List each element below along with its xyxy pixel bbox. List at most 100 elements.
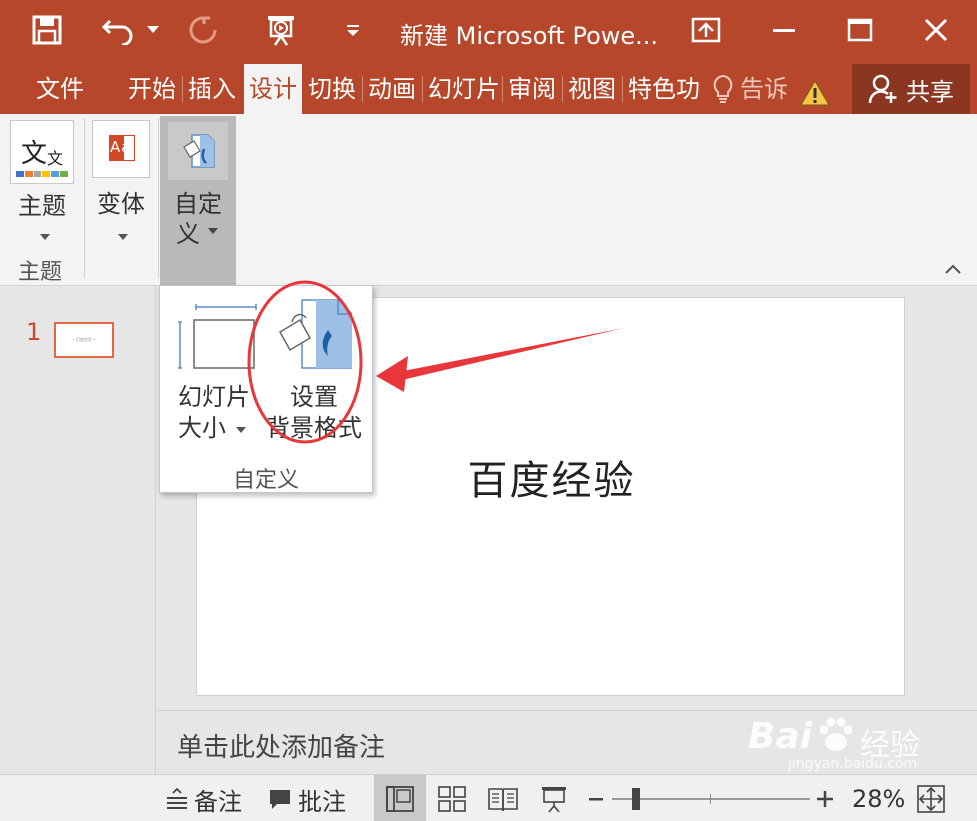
close-icon[interactable] <box>906 8 966 52</box>
comment-icon <box>270 790 290 809</box>
share-button[interactable]: 共享 <box>852 64 970 114</box>
reading-view-button[interactable] <box>488 781 518 817</box>
slideshow-start-icon[interactable] <box>258 10 304 50</box>
customize-tile <box>168 122 228 180</box>
normal-view-button[interactable] <box>374 775 426 821</box>
variant-button-label[interactable]: 变体 <box>92 184 150 219</box>
theme-color-swatches <box>16 171 68 177</box>
watermark-url: jingyan.baidu.com <box>788 756 918 772</box>
watermark-brand: Bai <box>748 716 813 757</box>
comments-label: 批注 <box>298 787 346 816</box>
fit-slide-icon <box>917 785 945 813</box>
customize-button[interactable]: 自定 义 <box>160 116 236 286</box>
tab-design[interactable]: 设计 <box>244 64 302 114</box>
tab-view[interactable]: 视图 <box>568 64 616 114</box>
slide-size-button[interactable]: 幻灯片 大小 <box>172 296 257 444</box>
format-background-label-line2: 背景格式 <box>266 414 362 442</box>
tab-file[interactable]: 文件 <box>36 64 84 114</box>
zoom-level[interactable]: 28% <box>852 781 905 817</box>
normal-view-icon <box>386 785 414 812</box>
slide-size-dropdown-icon <box>236 427 246 433</box>
fit-to-window-button[interactable] <box>916 781 946 817</box>
format-background-button[interactable]: 设置 背景格式 <box>264 296 364 444</box>
warning-icon[interactable] <box>800 74 830 106</box>
theme-tile-glyph-small: 文 <box>47 149 64 168</box>
theme-tile-glyph: 文 <box>21 139 48 169</box>
ribbon-tabs: 文件 开始 插入 设计 切换 动画 幻灯片 审阅 视图 特色功 告诉 共享 <box>0 64 977 114</box>
notes-icon <box>167 788 187 809</box>
variant-tile-icon: Aa <box>109 135 135 161</box>
slide-size-label-line1: 幻灯片 <box>178 383 250 411</box>
tab-separator <box>622 76 623 102</box>
theme-dropdown-icon[interactable] <box>36 218 54 246</box>
tab-home[interactable]: 开始 <box>128 64 176 114</box>
tab-animations[interactable]: 动画 <box>368 64 416 114</box>
tab-insert[interactable]: 插入 <box>188 64 236 114</box>
zoom-slider-thumb[interactable] <box>631 788 640 810</box>
tab-review[interactable]: 审阅 <box>508 64 556 114</box>
ribbon-display-options-icon[interactable] <box>676 8 736 52</box>
reading-view-icon <box>488 788 518 812</box>
theme-button-label[interactable]: 主题 <box>10 186 74 221</box>
tab-separator <box>362 76 363 102</box>
notes-toggle-label: 备注 <box>194 787 242 816</box>
slide-sorter-icon <box>438 786 466 812</box>
undo-dropdown-icon[interactable] <box>142 10 164 50</box>
tab-separator <box>182 76 183 102</box>
save-icon[interactable] <box>22 10 72 50</box>
maximize-icon[interactable] <box>830 8 890 52</box>
minus-icon <box>589 798 603 801</box>
variant-gallery-tile[interactable]: Aa <box>92 120 150 178</box>
notes-toggle-button[interactable]: 备注 <box>166 781 242 817</box>
format-background-icon <box>278 299 352 369</box>
minimize-icon[interactable] <box>754 8 814 52</box>
customize-dropdown-icon <box>208 228 218 234</box>
tell-me-button[interactable]: 告诉 <box>712 64 788 114</box>
tab-separator <box>422 76 423 102</box>
baidu-paw-icon <box>819 717 853 751</box>
slide-size-icon <box>178 304 257 369</box>
plus-icon <box>817 791 833 807</box>
format-background-icon <box>183 134 215 168</box>
collapse-ribbon-icon[interactable] <box>944 260 966 278</box>
status-bar: 备注 批注 28% <box>0 774 977 821</box>
undo-icon[interactable] <box>96 10 142 50</box>
zoom-out-button[interactable] <box>588 781 604 817</box>
customize-dropdown-icon[interactable] <box>340 10 366 50</box>
tab-special-features[interactable]: 特色功 <box>628 64 700 114</box>
group-separator <box>158 118 159 278</box>
slide-thumbnail-pane: 1 • 百度经验 • <box>0 286 156 774</box>
title-bar: 新建 Microsoft Powe... <box>0 0 977 64</box>
window-title: 新建 Microsoft Powe... <box>400 22 659 50</box>
notes-placeholder: 单击此处添加备注 <box>177 733 386 763</box>
group-separator <box>84 118 85 278</box>
zoom-in-button[interactable] <box>816 781 834 817</box>
slide-sorter-view-button[interactable] <box>438 781 466 817</box>
tab-slideshow[interactable]: 幻灯片 <box>428 64 500 114</box>
comments-button[interactable]: 批注 <box>268 781 346 817</box>
format-background-label-line1: 设置 <box>290 383 338 411</box>
redo-icon[interactable] <box>182 10 224 50</box>
tab-transitions[interactable]: 切换 <box>308 64 356 114</box>
slide-size-label-line2: 大小 <box>178 414 226 442</box>
tab-separator <box>502 76 503 102</box>
lightbulb-icon <box>713 74 733 103</box>
variant-dropdown-icon[interactable] <box>114 218 132 246</box>
customize-dropdown-panel: 幻灯片 大小 设置 背景格式 自定义 <box>159 285 373 493</box>
slideshow-view-icon <box>542 787 566 813</box>
theme-group-label: 主题 <box>18 260 63 285</box>
variant-tile-text: Aa <box>110 138 132 156</box>
add-person-icon <box>868 74 897 104</box>
zoom-slider-center-tick <box>710 794 711 804</box>
slide-thumbnail-1[interactable]: • 百度经验 • <box>54 322 114 358</box>
share-label: 共享 <box>906 77 954 106</box>
tab-separator <box>562 76 563 102</box>
customize-label-line2: 义 <box>176 220 200 248</box>
baidu-watermark: Bai 经验 jingyan.baidu.com <box>748 716 977 772</box>
slideshow-view-button[interactable] <box>540 781 568 817</box>
customize-group-label: 自定义 <box>232 468 299 493</box>
tell-me-label: 告诉 <box>740 75 788 103</box>
ribbon-design: 文 文 主题 主题 Aa 变体 自定 义 <box>0 114 977 286</box>
theme-gallery-tile[interactable]: 文 文 <box>10 120 74 184</box>
zoom-slider-track[interactable] <box>612 788 810 810</box>
